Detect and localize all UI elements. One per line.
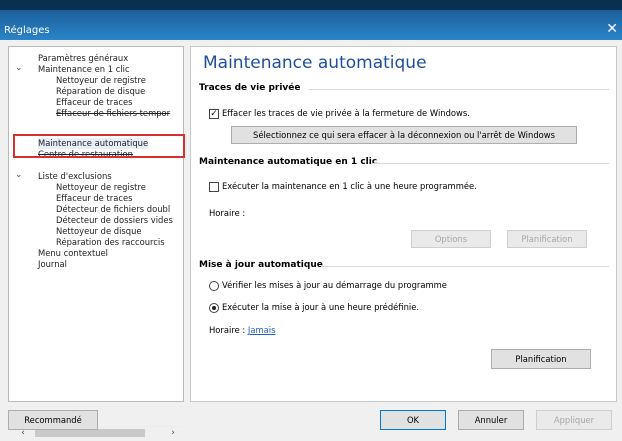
expand-arrow-icon[interactable]: ⌄ [15, 63, 23, 73]
update-planning-button[interactable]: Planification [491, 349, 591, 369]
sidebar-item-context-menu[interactable]: Menu contextuel [38, 248, 108, 259]
sidebar-item-one-click[interactable]: Maintenance en 1 clic [38, 64, 130, 75]
section-divider [321, 266, 609, 267]
apply-button[interactable]: Appliquer [536, 410, 612, 430]
options-button[interactable]: Options [411, 230, 491, 248]
update-radio-startup-row[interactable]: Vérifier les mises à jour au démarrage d… [209, 280, 447, 291]
settings-sidebar: ⌄ ⌄ Paramètres généraux Maintenance en 1… [8, 46, 185, 439]
update-radio-startup[interactable] [209, 280, 219, 291]
privacy-checkbox-label: Effacer les traces de vie privée à la fe… [222, 108, 470, 118]
update-radio-startup-label: Vérifier les mises à jour au démarrage d… [222, 280, 447, 290]
sidebar-item-trace-eraser[interactable]: Effaceur de traces [56, 97, 132, 108]
close-icon[interactable]: ✕ [606, 21, 618, 37]
update-radio-scheduled-row[interactable]: Exécuter la mise à jour à une heure préd… [209, 302, 419, 313]
update-schedule-link[interactable]: Jamais [248, 325, 276, 335]
update-radio-scheduled-label: Exécuter la mise à jour à une heure préd… [222, 302, 420, 312]
oneclick-checkbox-label: Exécuter la maintenance en 1 clic à une … [222, 181, 477, 191]
page-title: Maintenance automatique [203, 53, 427, 73]
sidebar-item-exclusions[interactable]: Liste d'exclusions [38, 171, 112, 182]
sidebar-item-registry-cleaner[interactable]: Nettoyeur de registre [56, 75, 146, 86]
ok-button[interactable]: OK [380, 410, 446, 430]
oneclick-checkbox[interactable] [209, 181, 219, 192]
update-schedule-row: Horaire : Jamais [209, 325, 276, 335]
sidebar-item-excl-shortcuts[interactable]: Réparation des raccourcis [56, 237, 165, 248]
section-oneclick-heading: Maintenance automatique en 1 clic [199, 157, 378, 167]
section-update-heading: Mise à jour automatique [199, 260, 323, 270]
section-divider [309, 89, 609, 90]
oneclick-planning-button[interactable]: Planification [507, 230, 587, 248]
recommended-button[interactable]: Recommandé [8, 410, 98, 430]
update-radio-scheduled[interactable] [209, 302, 219, 313]
select-traces-button[interactable]: Sélectionnez ce qui sera effacer à la dé… [231, 126, 577, 144]
main-panel: Maintenance automatique Traces de vie pr… [190, 46, 617, 402]
sidebar-item-excl-registry[interactable]: Nettoyeur de registre [56, 182, 146, 193]
sidebar-item-excl-disk-cleaner[interactable]: Nettoyeur de disque [56, 226, 142, 237]
scroll-right-icon[interactable]: › [165, 427, 181, 439]
sidebar-item-journal[interactable]: Journal [38, 259, 67, 270]
sidebar-item-disk-repair[interactable]: Réparation de disque [56, 86, 145, 97]
expand-arrow-icon[interactable]: ⌄ [15, 170, 23, 180]
sidebar-item-excl-duplicates[interactable]: Détecteur de fichiers doubl [56, 204, 170, 215]
sidebar-item-excl-traces[interactable]: Effaceur de traces [56, 193, 132, 204]
sidebar-item-temp-file-eraser[interactable]: Effaceur de fichiers tempor [56, 108, 170, 119]
scrollbar-thumb[interactable] [35, 429, 145, 437]
sidebar-item-auto-maintenance[interactable]: Maintenance automatique [38, 138, 149, 149]
sidebar-item-excl-empty-folders[interactable]: Détecteur de dossiers vides [56, 215, 173, 226]
privacy-checkbox[interactable]: ✓ [209, 108, 219, 119]
update-schedule-label: Horaire : [209, 325, 246, 335]
sidebar-item-general[interactable]: Paramètres généraux [38, 53, 128, 64]
oneclick-schedule-label: Horaire : [209, 208, 246, 218]
window-title: Réglages [4, 25, 50, 36]
section-privacy-heading: Traces de vie privée [199, 83, 301, 93]
sidebar-item-restore-center[interactable]: Centre de restauration [38, 149, 133, 160]
title-bar: Réglages ✕ [0, 0, 622, 40]
oneclick-checkbox-row[interactable]: Exécuter la maintenance en 1 clic à une … [209, 181, 477, 192]
section-divider [371, 163, 609, 164]
privacy-checkbox-row[interactable]: ✓ Effacer les traces de vie privée à la f… [209, 108, 470, 119]
cancel-button[interactable]: Annuler [458, 410, 524, 430]
